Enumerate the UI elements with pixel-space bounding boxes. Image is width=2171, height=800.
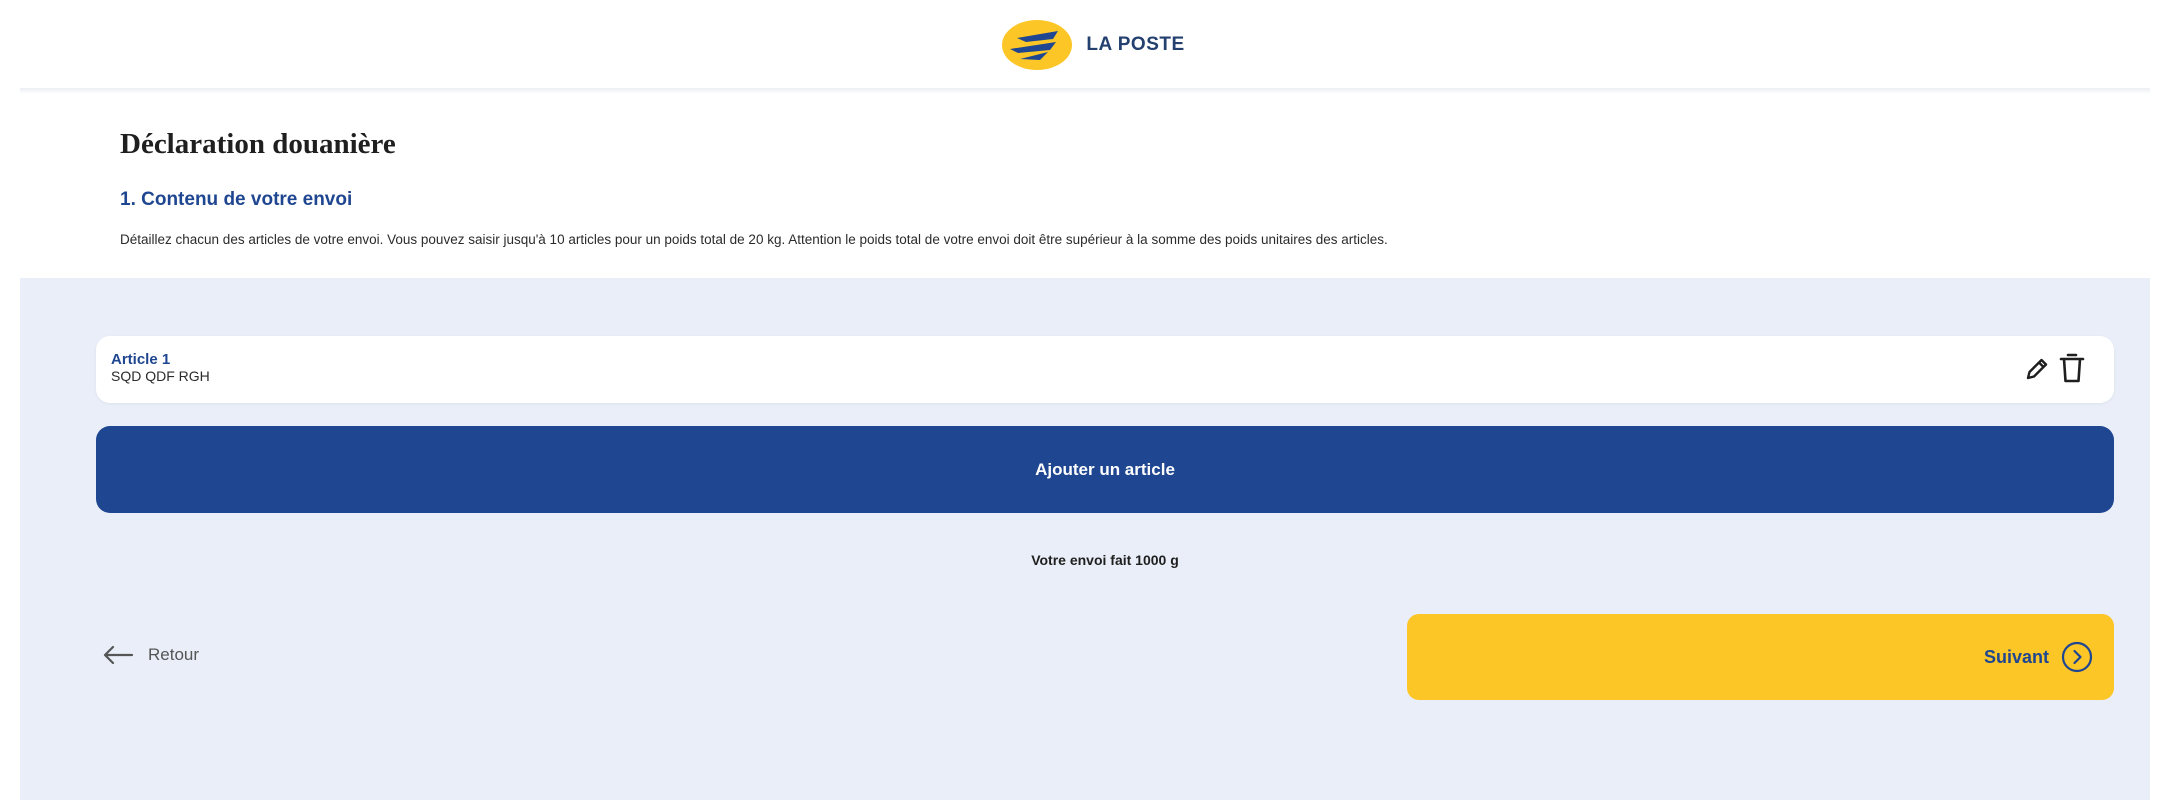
la-poste-logo-icon <box>1002 20 1073 70</box>
back-label: Retour <box>148 645 200 664</box>
pencil-icon[interactable] <box>2022 354 2052 384</box>
next-label: Suivant <box>1983 646 2049 667</box>
add-article-button[interactable]: Ajouter un article <box>96 426 2114 513</box>
top-header: LA POSTE <box>0 0 2171 90</box>
section-title: 1. Contenu de votre envoi <box>120 189 353 210</box>
page-title: Déclaration douanière <box>120 128 396 160</box>
article-card: Article 1 SQD QDF RGH <box>96 336 2114 403</box>
intro-section: Déclaration douanière 1. Contenu de votr… <box>120 128 2100 247</box>
back-button[interactable]: Retour <box>102 640 199 670</box>
next-button[interactable]: Suivant <box>1407 614 2114 700</box>
section-description: Détaillez chacun des articles de votre e… <box>120 232 1388 247</box>
brand[interactable]: LA POSTE <box>1000 18 1184 72</box>
articles-panel: Article 1 SQD QDF RGH Ajouter un article… <box>20 278 2150 800</box>
arrow-left-icon <box>103 645 134 665</box>
brand-name: LA POSTE <box>1086 34 1185 55</box>
trash-icon[interactable] <box>2057 350 2087 386</box>
article-description: SQD QDF RGH <box>111 368 210 384</box>
weight-summary: Votre envoi fait 1000 g <box>1031 552 1179 568</box>
article-name: Article 1 <box>111 351 171 368</box>
chevron-right-circle-icon <box>2061 641 2093 673</box>
page: LA POSTE Déclaration douanière 1. Conten… <box>0 0 2171 800</box>
header-divider <box>20 88 2150 94</box>
